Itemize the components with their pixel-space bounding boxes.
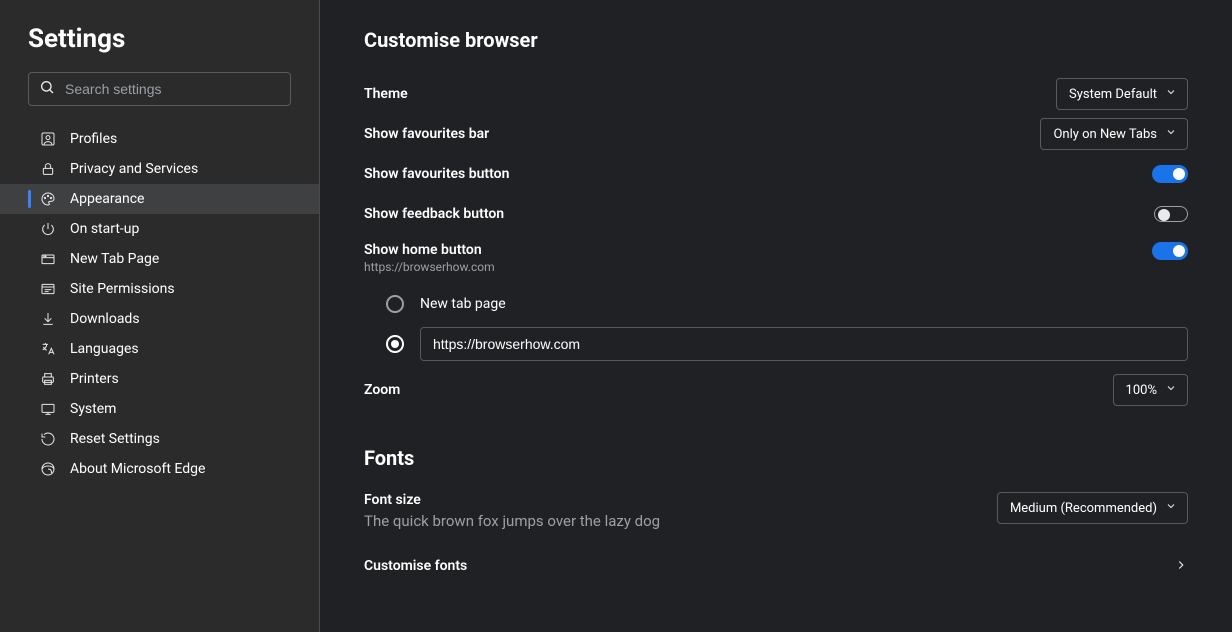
radio-newtab[interactable] — [386, 295, 404, 313]
zoom-dropdown[interactable]: 100% — [1113, 374, 1188, 406]
favourites-bar-label: Show favourites bar — [364, 126, 489, 142]
row-home-button: Show home button https://browserhow.com — [364, 234, 1188, 274]
sidebar-item-startup[interactable]: On start-up — [0, 214, 319, 244]
chevron-down-icon — [1165, 86, 1177, 102]
chevron-right-icon — [1174, 557, 1188, 576]
search-container — [0, 72, 319, 118]
power-icon — [40, 221, 56, 237]
search-icon — [39, 79, 55, 99]
sidebar-nav: Profiles Privacy and Services Appearance… — [0, 118, 319, 484]
sidebar-item-label: Printers — [70, 371, 119, 387]
home-option-newtab-row: New tab page — [386, 284, 1188, 324]
home-url-input[interactable] — [420, 327, 1188, 361]
font-size-preview: The quick brown fox jumps over the lazy … — [364, 512, 660, 530]
system-icon — [40, 401, 56, 417]
lock-icon — [40, 161, 56, 177]
chevron-down-icon — [1165, 500, 1177, 516]
home-option-url-row — [386, 324, 1188, 364]
dropdown-value: Medium (Recommended) — [1010, 501, 1157, 516]
feedback-button-toggle[interactable] — [1154, 206, 1188, 222]
row-zoom: Zoom 100% — [364, 370, 1188, 410]
home-button-label-group: Show home button https://browserhow.com — [364, 242, 495, 274]
page-title: Settings — [0, 24, 319, 72]
newtab-icon — [40, 251, 56, 267]
sidebar-item-label: Profiles — [70, 131, 117, 147]
sidebar-item-newtab[interactable]: New Tab Page — [0, 244, 319, 274]
home-button-toggle[interactable] — [1152, 242, 1188, 260]
home-button-sub: https://browserhow.com — [364, 260, 495, 274]
row-feedback-button: Show feedback button — [364, 194, 1188, 234]
permissions-icon — [40, 281, 56, 297]
profiles-icon — [40, 131, 56, 147]
row-theme: Theme System Default — [364, 74, 1188, 114]
theme-dropdown[interactable]: System Default — [1056, 78, 1188, 110]
sidebar-item-label: System — [70, 401, 116, 417]
sidebar-item-reset[interactable]: Reset Settings — [0, 424, 319, 454]
sidebar-item-languages[interactable]: Languages — [0, 334, 319, 364]
zoom-label: Zoom — [364, 382, 400, 398]
font-size-dropdown[interactable]: Medium (Recommended) — [997, 492, 1188, 524]
palette-icon — [40, 191, 56, 207]
sidebar-item-label: Downloads — [70, 311, 140, 327]
sidebar-item-permissions[interactable]: Site Permissions — [0, 274, 319, 304]
sidebar-item-label: Site Permissions — [70, 281, 175, 297]
sidebar-item-label: Reset Settings — [70, 431, 160, 447]
favourites-button-label: Show favourites button — [364, 166, 509, 182]
languages-icon — [40, 341, 56, 357]
sidebar-item-system[interactable]: System — [0, 394, 319, 424]
sidebar-item-downloads[interactable]: Downloads — [0, 304, 319, 334]
search-box[interactable] — [28, 72, 291, 106]
chevron-down-icon — [1165, 126, 1177, 142]
sidebar-item-about[interactable]: About Microsoft Edge — [0, 454, 319, 484]
sidebar-item-label: New Tab Page — [70, 251, 159, 267]
download-icon — [40, 311, 56, 327]
radio-newtab-label: New tab page — [420, 296, 506, 312]
sidebar-item-printers[interactable]: Printers — [0, 364, 319, 394]
sidebar-item-label: On start-up — [70, 221, 139, 237]
sidebar-item-label: About Microsoft Edge — [70, 461, 205, 477]
section-title-fonts: Fonts — [364, 446, 1188, 470]
reset-icon — [40, 431, 56, 447]
dropdown-value: System Default — [1069, 87, 1157, 102]
printer-icon — [40, 371, 56, 387]
edge-icon — [40, 461, 56, 477]
chevron-down-icon — [1165, 382, 1177, 398]
row-customise-fonts[interactable]: Customise fonts — [364, 546, 1188, 586]
feedback-button-label: Show feedback button — [364, 206, 504, 222]
settings-sidebar: Settings Profiles Privacy and Services A… — [0, 0, 320, 632]
sidebar-item-appearance[interactable]: Appearance — [0, 184, 319, 214]
font-size-label: Font size — [364, 492, 660, 508]
section-title-customise: Customise browser — [364, 28, 1188, 52]
theme-label: Theme — [364, 86, 408, 102]
row-favourites-bar: Show favourites bar Only on New Tabs — [364, 114, 1188, 154]
sidebar-item-label: Appearance — [70, 191, 144, 207]
favourites-button-toggle[interactable] — [1152, 165, 1188, 183]
main-content: Customise browser Theme System Default S… — [320, 0, 1232, 632]
radio-url[interactable] — [386, 335, 404, 353]
sidebar-item-profiles[interactable]: Profiles — [0, 124, 319, 154]
row-font-size: Font size The quick brown fox jumps over… — [364, 492, 1188, 532]
customise-fonts-label: Customise fonts — [364, 558, 467, 574]
sidebar-item-privacy[interactable]: Privacy and Services — [0, 154, 319, 184]
row-favourites-button: Show favourites button — [364, 154, 1188, 194]
dropdown-value: 100% — [1126, 383, 1157, 398]
home-button-label: Show home button — [364, 242, 495, 258]
search-input[interactable] — [65, 81, 280, 97]
sidebar-item-label: Languages — [70, 341, 139, 357]
font-size-label-group: Font size The quick brown fox jumps over… — [364, 492, 660, 530]
home-button-options: New tab page — [364, 284, 1188, 364]
favourites-bar-dropdown[interactable]: Only on New Tabs — [1040, 118, 1188, 150]
dropdown-value: Only on New Tabs — [1053, 127, 1157, 142]
sidebar-item-label: Privacy and Services — [70, 161, 198, 177]
